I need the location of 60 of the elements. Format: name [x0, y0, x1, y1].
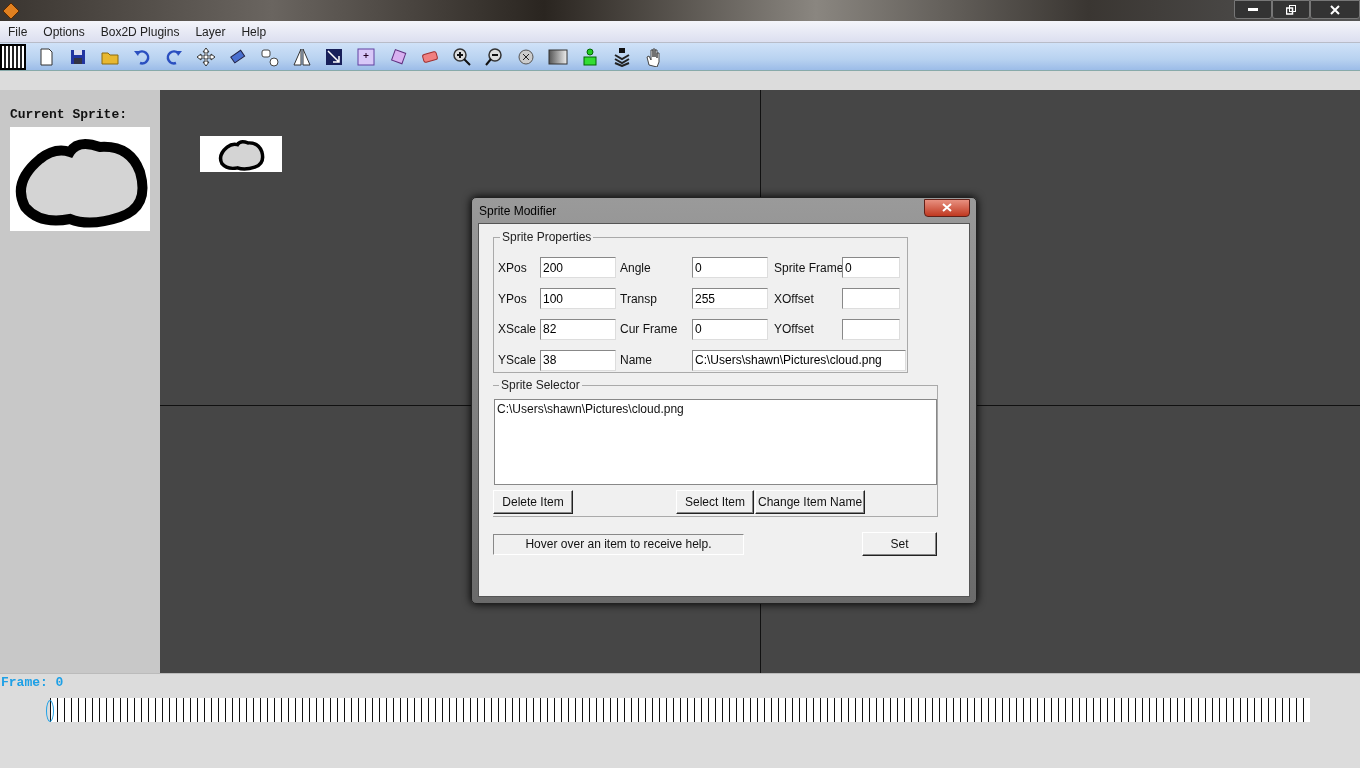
- restore-icon: [1286, 4, 1296, 15]
- set-button[interactable]: Set: [862, 532, 937, 556]
- frame-timeline[interactable]: [50, 698, 1310, 722]
- field-label: YScale: [498, 353, 538, 368]
- text-field[interactable]: 100: [540, 288, 616, 310]
- resize-icon[interactable]: [324, 46, 344, 67]
- field-label: YPos: [498, 291, 528, 306]
- text-field[interactable]: 255: [692, 288, 768, 310]
- field-label: Angle: [620, 260, 652, 275]
- timeline-tool-button[interactable]: [0, 43, 26, 70]
- person-figure-icon[interactable]: [580, 46, 600, 67]
- flip-icon[interactable]: [292, 46, 312, 67]
- text-field[interactable]: [842, 288, 900, 310]
- text-field[interactable]: 38: [540, 349, 616, 371]
- field-label: Sprite Frame: [774, 260, 842, 275]
- dialog-button[interactable]: Change Item Name: [755, 490, 866, 514]
- text-field[interactable]: 0: [692, 257, 768, 279]
- menu-item[interactable]: Layer: [187, 24, 234, 39]
- text-field[interactable]: 0: [842, 257, 900, 279]
- dialog-button[interactable]: Select Item: [676, 490, 754, 514]
- field-label: XPos: [498, 260, 528, 275]
- text-field[interactable]: 82: [540, 318, 616, 340]
- text-field[interactable]: 200: [540, 257, 616, 279]
- frame-label: Frame: 0: [0, 674, 65, 690]
- field-label: XOffset: [774, 291, 815, 306]
- move-arrows-icon[interactable]: [196, 46, 216, 67]
- text-field[interactable]: 0: [692, 318, 768, 340]
- close-icon: [1330, 4, 1340, 15]
- group-legend: Sprite Selector: [499, 378, 582, 392]
- current-sprite-label: Current Sprite:: [10, 107, 129, 122]
- add-box-icon[interactable]: [356, 46, 376, 67]
- minimize-button[interactable]: [1234, 0, 1272, 19]
- shapes-icon[interactable]: [260, 46, 280, 67]
- zoom-out-icon[interactable]: [484, 46, 504, 67]
- minimize-icon: [1248, 7, 1258, 12]
- menu-item[interactable]: Options: [35, 24, 93, 39]
- text-field[interactable]: C:\Users\shawn\Pictures\cloud.png: [692, 349, 906, 371]
- fit-view-icon[interactable]: [516, 46, 536, 67]
- menu-item[interactable]: File: [0, 24, 36, 39]
- zoom-in-icon[interactable]: [452, 46, 472, 67]
- list-item[interactable]: C:\Users\shawn\Pictures\cloud.png: [497, 402, 934, 416]
- sprite-list[interactable]: C:\Users\shawn\Pictures\cloud.png: [494, 399, 937, 485]
- close-button[interactable]: [1310, 0, 1360, 19]
- field-label: Name: [620, 353, 653, 368]
- field-label: XScale: [498, 322, 538, 337]
- dialog-close-button[interactable]: [924, 198, 970, 217]
- menu-item[interactable]: Box2D Plugins: [92, 24, 188, 39]
- field-label: YOffset: [774, 322, 815, 337]
- menu-item[interactable]: Help: [233, 24, 275, 39]
- field-label: Transp: [620, 291, 658, 306]
- close-icon: [942, 203, 952, 212]
- text-field[interactable]: [842, 318, 900, 340]
- gradient-box-icon[interactable]: [548, 46, 568, 67]
- help-text: Hover over an item to receive help.: [493, 533, 744, 555]
- dialog-title: Sprite Modifier: [478, 203, 557, 218]
- group-legend: Sprite Properties: [500, 230, 594, 244]
- stack-layers-icon[interactable]: [612, 46, 632, 67]
- dialog-button[interactable]: Delete Item: [493, 490, 573, 514]
- restore-button[interactable]: [1272, 0, 1310, 19]
- field-label: Cur Frame: [620, 322, 679, 337]
